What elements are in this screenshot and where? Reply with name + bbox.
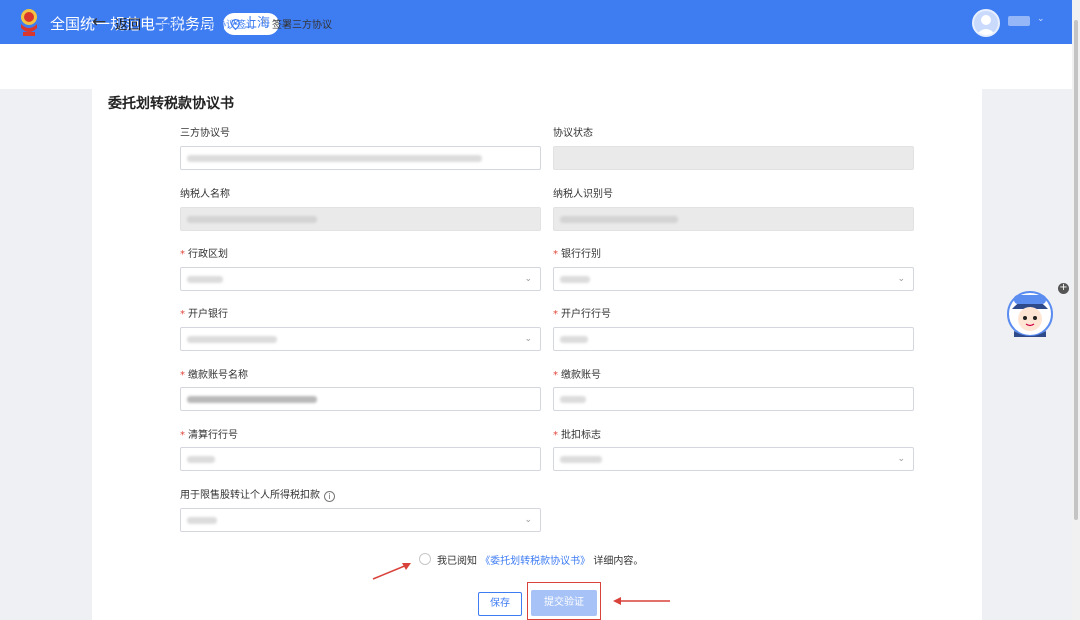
- annotation-arrow-icon: [372, 563, 411, 580]
- assistant-add-icon[interactable]: +: [1058, 283, 1069, 294]
- annotation-arrow-icon: [613, 597, 670, 605]
- assistant-bot-icon[interactable]: [1006, 287, 1054, 339]
- annotation-overlay: [372, 563, 670, 605]
